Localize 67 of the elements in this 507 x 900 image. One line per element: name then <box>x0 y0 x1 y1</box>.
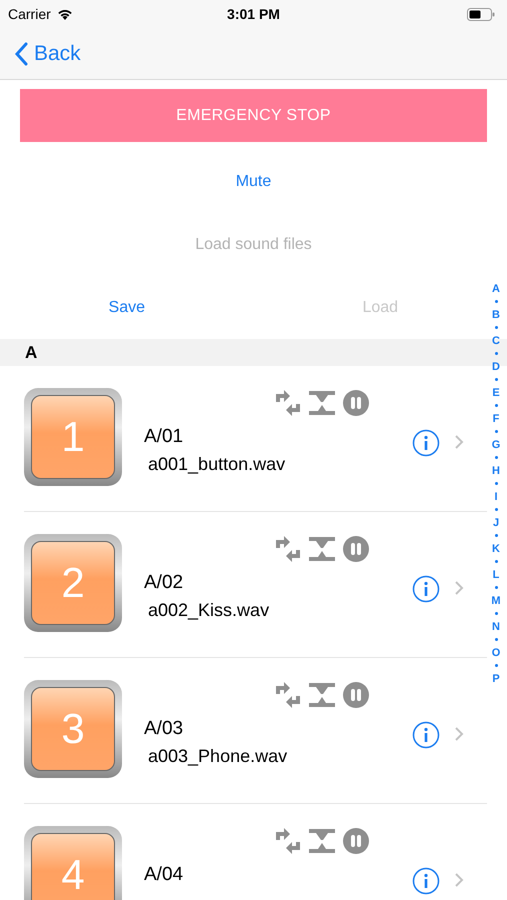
sound-title: A/03 <box>144 718 184 740</box>
index-dot-icon <box>494 430 498 433</box>
sound-title: A/01 <box>144 426 184 448</box>
index-letter[interactable]: F <box>492 412 500 426</box>
mute-button[interactable]: Mute <box>230 150 278 213</box>
index-letter[interactable]: N <box>492 620 500 634</box>
info-icon[interactable] <box>412 867 440 895</box>
info-icon[interactable] <box>412 721 440 749</box>
hourglass-icon[interactable] <box>308 390 336 416</box>
index-dot-icon <box>494 534 498 537</box>
index-letter[interactable]: O <box>492 646 500 660</box>
pause-icon[interactable] <box>342 827 370 855</box>
save-button[interactable]: Save <box>0 276 254 339</box>
swap-arrows-icon[interactable] <box>274 390 302 416</box>
index-letter[interactable]: D <box>492 360 500 374</box>
index-dot-icon <box>494 404 498 407</box>
emergency-stop-button[interactable]: EMERGENCY STOP <box>20 89 487 142</box>
info-icon[interactable] <box>412 575 440 603</box>
hourglass-icon[interactable] <box>308 682 336 708</box>
sound-filename: a003_Phone.wav <box>148 746 288 767</box>
index-dot-icon <box>494 326 498 329</box>
sound-title: A/04 <box>144 864 184 886</box>
swap-arrows-icon[interactable] <box>274 828 302 854</box>
back-button[interactable]: Back <box>14 42 81 66</box>
sound-title: A/02 <box>144 572 184 594</box>
swap-arrows-icon[interactable] <box>274 536 302 562</box>
index-letter[interactable]: J <box>492 516 500 530</box>
index-dot-icon <box>494 456 498 459</box>
index-dot-icon <box>494 482 498 485</box>
chevron-icon <box>454 872 464 888</box>
index-letter[interactable]: A <box>492 282 500 296</box>
index-dot-icon <box>494 560 498 563</box>
index-dot-icon <box>494 378 498 381</box>
index-letter[interactable]: I <box>494 490 498 504</box>
battery-icon <box>467 8 495 20</box>
hourglass-icon[interactable] <box>308 828 336 854</box>
index-letter[interactable]: G <box>492 438 500 452</box>
sound-filename: a001_button.wav <box>148 454 286 475</box>
info-icon[interactable] <box>412 429 440 457</box>
chevron-icon <box>454 726 464 742</box>
index-dot-icon <box>494 638 498 641</box>
index-letter[interactable]: C <box>492 334 500 348</box>
pause-icon[interactable] <box>342 681 370 709</box>
pause-icon[interactable] <box>342 389 370 417</box>
chevron-icon <box>454 580 464 596</box>
hourglass-icon[interactable] <box>308 536 336 562</box>
wifi-icon <box>56 8 73 20</box>
pause-icon[interactable] <box>342 535 370 563</box>
clock-time: 3:01 PM <box>227 6 280 22</box>
index-letter[interactable]: K <box>492 542 500 556</box>
sound-filename: a002_Kiss.wav <box>148 600 270 621</box>
index-dot-icon <box>494 664 498 667</box>
index-dot-icon <box>494 612 498 615</box>
index-dot-icon <box>494 300 498 303</box>
back-chevron-icon <box>14 42 28 66</box>
chevron-icon <box>454 434 464 450</box>
index-letter[interactable]: B <box>492 308 500 322</box>
index-dot-icon <box>494 586 498 589</box>
index-letter[interactable]: E <box>492 386 500 400</box>
carrier-name: Carrier <box>8 6 51 22</box>
index-letter[interactable]: P <box>492 672 500 686</box>
swap-arrows-icon[interactable] <box>274 682 302 708</box>
index-dot-icon <box>494 508 498 511</box>
index-letter[interactable]: M <box>491 594 501 608</box>
index-letter[interactable]: L <box>492 568 500 582</box>
index-letter[interactable]: H <box>492 464 500 478</box>
index-dot-icon <box>494 352 498 355</box>
